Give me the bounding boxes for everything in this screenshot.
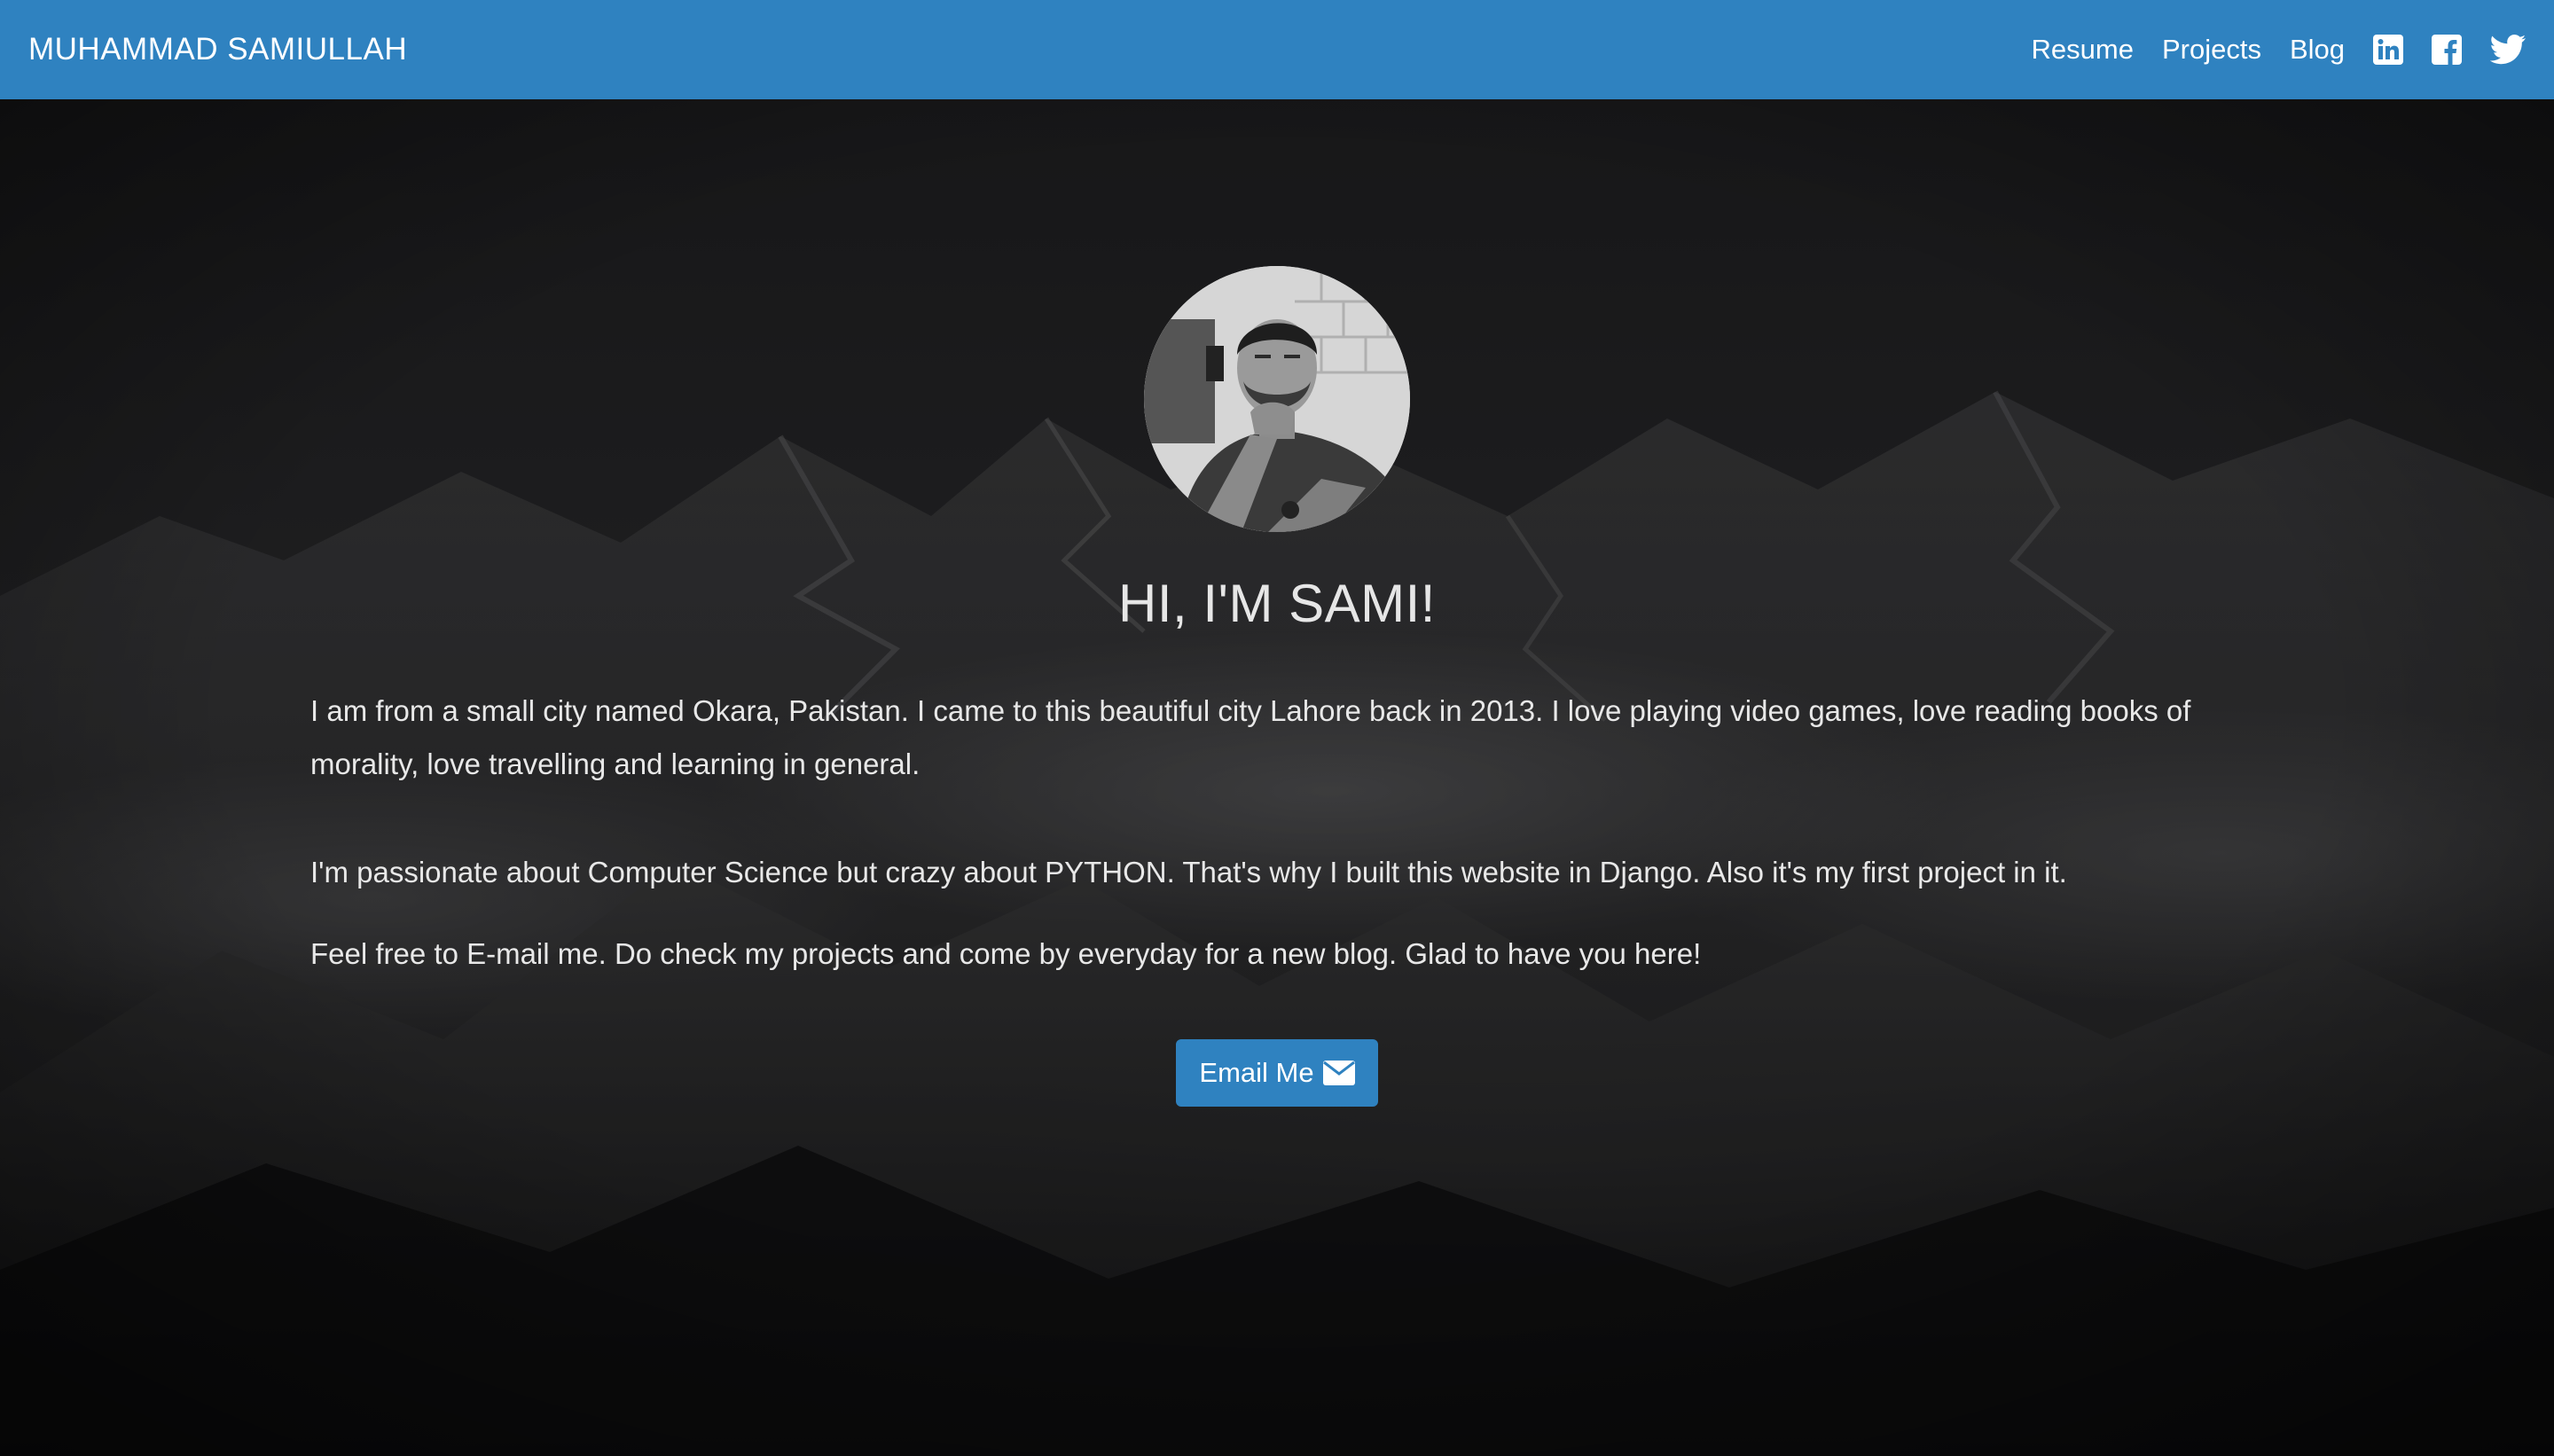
facebook-icon[interactable] (2432, 35, 2462, 65)
page: MUHAMMAD SAMIULLAH Resume Projects Blog (0, 0, 2554, 1456)
twitter-icon[interactable] (2490, 35, 2526, 65)
profile-photo (1144, 266, 1410, 532)
nav-link-projects[interactable]: Projects (2162, 34, 2261, 66)
linkedin-icon[interactable] (2373, 35, 2403, 65)
envelope-icon (1322, 1061, 1355, 1085)
intro-paragraph-1: I am from a small city named Okara, Paki… (310, 694, 2191, 780)
nav-link-blog[interactable]: Blog (2290, 34, 2345, 66)
hero-content: HI, I'M SAMI! I am from a small city nam… (0, 99, 2554, 1456)
email-me-label: Email Me (1199, 1057, 1314, 1088)
email-me-button[interactable]: Email Me (1176, 1039, 1378, 1107)
avatar (1144, 266, 1410, 532)
top-navbar: MUHAMMAD SAMIULLAH Resume Projects Blog (0, 0, 2554, 99)
intro-paragraph-2: I'm passionate about Computer Science bu… (310, 856, 2067, 888)
site-brand[interactable]: MUHAMMAD SAMIULLAH (28, 32, 407, 67)
page-heading: HI, I'M SAMI! (1118, 574, 1436, 633)
nav-link-resume[interactable]: Resume (2032, 34, 2134, 66)
nav-links: Resume Projects Blog (2003, 0, 2526, 99)
intro-paragraph-3: Feel free to E-mail me. Do check my proj… (310, 937, 1702, 970)
